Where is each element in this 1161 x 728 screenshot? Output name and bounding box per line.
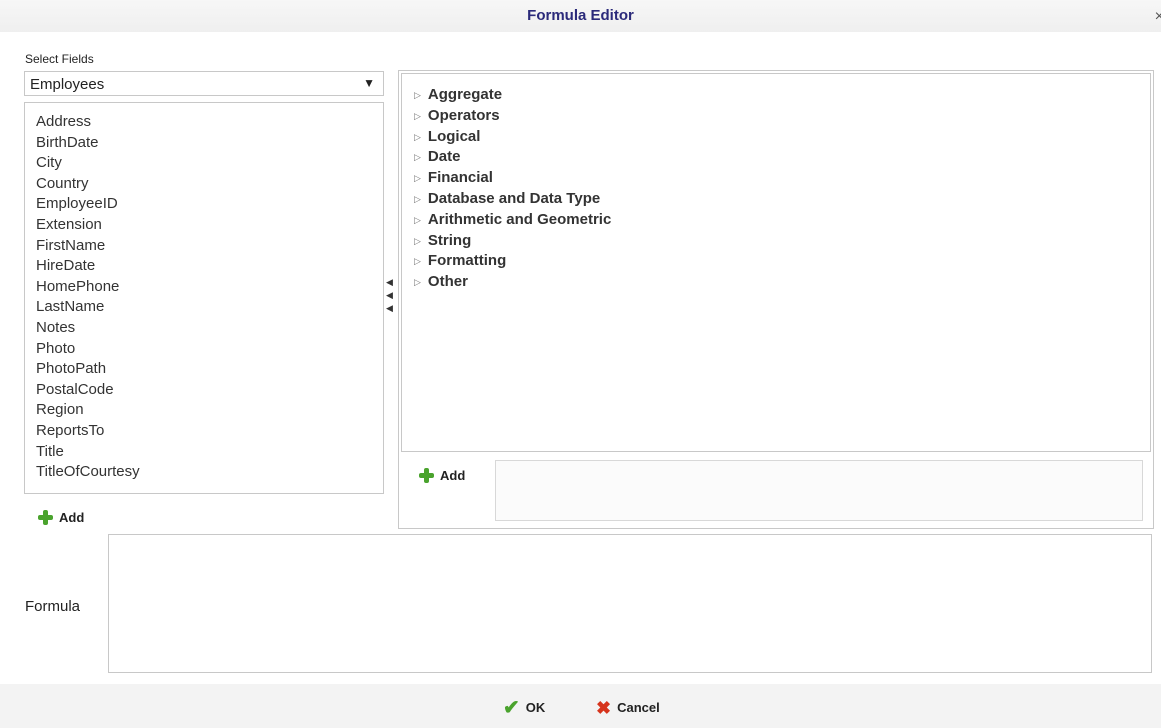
cancel-button[interactable]: ✖ Cancel: [596, 697, 660, 718]
expand-arrow-icon[interactable]: ▷: [414, 256, 421, 266]
plus-icon: [37, 509, 54, 526]
function-category-item[interactable]: ▷ Aggregate: [414, 85, 1150, 106]
function-category-item[interactable]: ▷ Logical: [414, 127, 1150, 148]
field-item[interactable]: ReportsTo: [36, 421, 383, 442]
collapse-arrow-icon[interactable]: ◀: [386, 276, 396, 289]
function-category-label: Aggregate: [427, 86, 503, 103]
field-item[interactable]: Country: [36, 174, 383, 195]
function-category-item[interactable]: ▷ Operators: [414, 106, 1150, 127]
panel-splitter[interactable]: ◀ ◀ ◀: [386, 276, 396, 324]
functions-panel: ▷ Aggregate ▷ Operators ▷ Logical ▷ Date ▷ Financ…: [398, 70, 1154, 529]
function-category-item[interactable]: ▷ Date: [414, 147, 1150, 168]
field-item[interactable]: LastName: [36, 297, 383, 318]
add-function-label: Add: [440, 468, 466, 483]
function-category-label: Operators: [427, 106, 500, 124]
expand-arrow-icon[interactable]: ▷: [414, 194, 421, 204]
ok-label: OK: [525, 700, 546, 715]
close-icon[interactable]: ×: [1155, 8, 1161, 26]
expand-arrow-icon[interactable]: ▷: [414, 236, 421, 246]
expand-arrow-icon[interactable]: ▷: [414, 111, 421, 121]
formula-label: Formula: [25, 598, 81, 615]
check-icon: ✔: [503, 696, 520, 719]
expand-arrow-icon[interactable]: ▷: [414, 90, 421, 100]
add-field-button[interactable]: Add: [37, 509, 84, 526]
function-category-label: String: [427, 231, 472, 249]
field-item[interactable]: EmployeeID: [36, 194, 383, 215]
ok-button[interactable]: ✔ OK: [503, 696, 546, 719]
dialog-title: Formula Editor: [527, 7, 634, 24]
field-item[interactable]: Extension: [36, 215, 383, 236]
field-item[interactable]: Address: [36, 112, 383, 133]
add-function-button[interactable]: Add: [418, 467, 465, 484]
x-icon: ✖: [596, 697, 612, 718]
field-item[interactable]: City: [36, 153, 383, 174]
field-item[interactable]: Notes: [36, 318, 383, 339]
formula-input[interactable]: [108, 534, 1152, 673]
function-category-item[interactable]: ▷ Arithmetic and Geometric: [414, 210, 1150, 231]
function-category-item[interactable]: ▷ Database and Data Type: [414, 189, 1150, 210]
field-item[interactable]: HomePhone: [36, 277, 383, 298]
select-fields-label: Select Fields: [25, 52, 94, 66]
field-item[interactable]: PostalCode: [36, 380, 383, 401]
field-item[interactable]: HireDate: [36, 256, 383, 277]
expand-arrow-icon[interactable]: ▷: [414, 277, 421, 287]
function-category-item[interactable]: ▷ Formatting: [414, 251, 1150, 272]
function-category-label: Formatting: [427, 252, 507, 270]
function-description-box: [495, 460, 1143, 521]
collapse-arrow-icon[interactable]: ◀: [386, 289, 396, 302]
field-item[interactable]: BirthDate: [36, 133, 383, 154]
table-select-value: Employees: [30, 76, 105, 93]
dialog-footer: ✔ OK ✖ Cancel: [0, 684, 1161, 728]
fields-list[interactable]: Address BirthDate City Country EmployeeID Ext…: [24, 102, 384, 494]
field-item[interactable]: Photo: [36, 339, 383, 360]
function-category-label: Logical: [427, 127, 481, 145]
function-category-label: Other: [427, 273, 468, 291]
cancel-label: Cancel: [617, 700, 660, 715]
expand-arrow-icon[interactable]: ▷: [414, 215, 421, 225]
function-category-tree[interactable]: ▷ Aggregate ▷ Operators ▷ Logical ▷ Date ▷ Financ…: [401, 73, 1151, 452]
collapse-arrow-icon[interactable]: ◀: [386, 302, 396, 315]
function-category-label: Database and Data Type: [427, 189, 601, 207]
table-select[interactable]: Employees ▼: [24, 71, 384, 96]
expand-arrow-icon[interactable]: ▷: [414, 152, 421, 162]
add-field-label: Add: [59, 510, 85, 525]
expand-arrow-icon[interactable]: ▷: [414, 132, 421, 142]
field-item[interactable]: Region: [36, 400, 383, 421]
field-item[interactable]: FirstName: [36, 236, 383, 257]
function-category-label: Arithmetic and Geometric: [427, 210, 612, 228]
expand-arrow-icon[interactable]: ▷: [414, 173, 421, 183]
field-item[interactable]: TitleOfCourtesy: [36, 462, 383, 483]
function-category-item[interactable]: ▷ Financial: [414, 168, 1150, 189]
function-category-item[interactable]: ▷ Other: [414, 272, 1150, 293]
function-category-item[interactable]: ▷ String: [414, 231, 1150, 252]
field-item[interactable]: Title: [36, 442, 383, 463]
function-category-label: Financial: [427, 169, 493, 187]
function-category-label: Date: [427, 148, 461, 166]
dropdown-arrow-icon: ▼: [363, 76, 375, 90]
plus-icon: [418, 467, 435, 484]
field-item[interactable]: PhotoPath: [36, 359, 383, 380]
dialog-titlebar: Formula Editor ×: [0, 0, 1161, 32]
